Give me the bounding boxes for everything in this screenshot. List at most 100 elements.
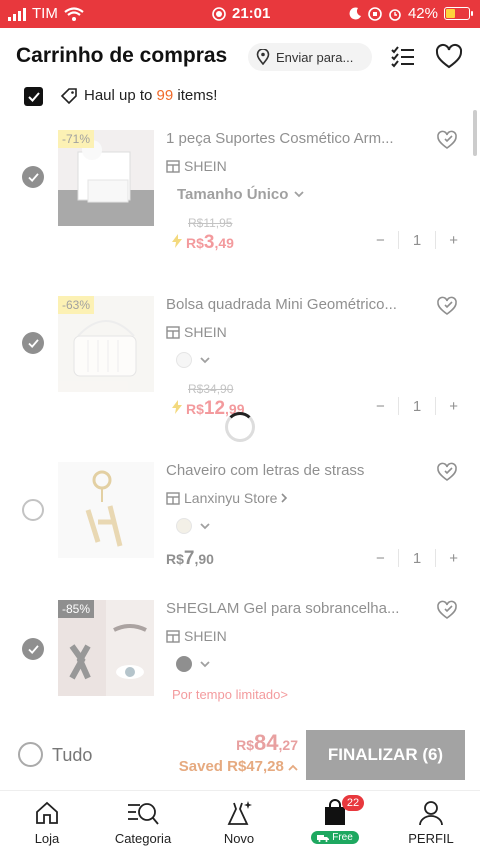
tab-label: Categoria [114,831,172,846]
chevron-up-icon [288,764,298,771]
loading-spinner [225,412,255,442]
item-select-checkbox[interactable] [22,499,44,521]
flash-icon [172,234,182,248]
decrease-qty-button[interactable]: − [376,232,385,249]
quantity-value: 1 [412,549,422,567]
haul-banner: Haul up to 99 items! [0,86,480,106]
tab-label: PERFIL [408,831,454,846]
category-search-icon [128,803,159,825]
check-icon [27,644,39,654]
store-icon [166,325,180,339]
sale-price: R$3,49 [172,232,234,254]
ship-to-button[interactable]: Enviar para... [248,43,372,71]
discount-badge: -63% [58,296,95,314]
original-price: R$11,95 [188,216,233,230]
store-name[interactable]: SHEIN [166,628,227,644]
cart-item: -85% SHEGLAM Gel para sobrancelha... SHE… [0,590,470,722]
battery-icon [444,7,473,20]
product-image[interactable]: -63% [58,296,154,392]
tab-category[interactable]: Categoria [98,799,188,846]
tab-profile[interactable]: PERFIL [386,799,476,846]
color-selector[interactable] [176,518,210,534]
quantity-stepper[interactable]: − 1 + [376,393,458,419]
product-name[interactable]: SHEGLAM Gel para sobrancelha... [166,600,418,617]
saved-amount[interactable]: Saved R$47,28 [179,758,298,775]
chevron-down-icon [200,522,210,529]
wishlist-heart-icon[interactable] [434,42,464,72]
store-name[interactable]: Lanxinyu Store [166,490,288,506]
bottom-tab-bar: Loja Categoria Novo 22 Free PERFIL [0,790,480,854]
check-icon [27,172,39,182]
tab-shop[interactable]: Loja [2,799,92,846]
product-image[interactable]: -85% [58,600,154,696]
checklist-icon[interactable] [388,42,418,72]
alarm-icon [389,8,401,21]
battery-percent: 42% [407,5,438,22]
store-name[interactable]: SHEIN [166,324,227,340]
tab-label: Loja [34,831,60,846]
color-selector[interactable] [176,352,210,368]
haul-text: Haul up to 99 items! [84,87,218,104]
item-select-checkbox[interactable] [22,638,44,660]
store-name[interactable]: SHEIN [166,158,227,174]
variant-selector[interactable]: Tamanho Único [177,186,305,203]
quantity-stepper[interactable]: − 1 + [376,227,458,253]
check-icon [27,338,39,348]
quantity-value: 1 [412,231,422,249]
tab-cart[interactable]: 22 Free [290,795,380,844]
status-bar: TIM 21:01 42% [0,0,480,28]
discount-badge: -71% [58,130,95,148]
store-icon [166,159,180,173]
select-all-label[interactable]: Tudo [52,745,92,766]
cart-item: -71% 1 peça Suportes Cosmético Arm... SH… [0,120,470,280]
scrollbar[interactable] [473,110,477,156]
truck-icon [317,834,330,842]
store-icon [166,629,180,643]
screen-record-icon [212,6,226,21]
product-photo [85,470,123,547]
move-to-wishlist-icon[interactable] [436,129,458,151]
haul-checkbox[interactable] [24,87,43,106]
select-all-checkbox[interactable] [18,742,43,767]
decrease-qty-button[interactable]: − [376,550,385,567]
total-price: R$84,27 [236,730,298,755]
product-image[interactable]: -71% [58,130,154,226]
move-to-wishlist-icon[interactable] [436,461,458,483]
clock-time: 21:01 [232,5,271,22]
chevron-down-icon [294,191,305,198]
item-select-checkbox[interactable] [22,332,44,354]
move-to-wishlist-icon[interactable] [436,599,458,621]
store-icon [166,491,180,505]
flash-icon [172,400,182,414]
increase-qty-button[interactable]: + [449,550,458,567]
limited-time-label[interactable]: Por tempo limitado> [172,687,288,702]
color-swatch [176,518,192,534]
quantity-stepper[interactable]: − 1 + [376,545,458,571]
tab-label: Novo [223,831,255,846]
increase-qty-button[interactable]: + [449,398,458,415]
check-icon [27,91,40,102]
new-dress-icon [227,801,252,825]
chevron-right-icon [281,493,288,503]
color-selector[interactable] [176,656,210,672]
increase-qty-button[interactable]: + [449,232,458,249]
ship-to-label: Enviar para... [276,49,354,65]
chevron-down-icon [200,660,210,667]
decrease-qty-button[interactable]: − [376,398,385,415]
product-image[interactable] [58,462,154,558]
wifi-icon [64,6,84,21]
signal-icon [8,7,26,21]
product-name[interactable]: Bolsa quadrada Mini Geométrico... [166,296,418,313]
cart-header: Carrinho de compras Enviar para... [0,28,480,86]
tag-icon [60,88,77,105]
chevron-down-icon [200,356,210,363]
rotation-lock-icon [368,6,382,21]
product-name[interactable]: Chaveiro com letras de strass [166,462,418,479]
item-select-checkbox[interactable] [22,166,44,188]
product-name[interactable]: 1 peça Suportes Cosmético Arm... [166,130,418,147]
move-to-wishlist-icon[interactable] [436,295,458,317]
quantity-value: 1 [412,397,422,415]
original-price: R$34,90 [188,382,234,396]
tab-new[interactable]: Novo [194,799,284,846]
finalize-button[interactable]: FINALIZAR (6) [306,730,465,780]
